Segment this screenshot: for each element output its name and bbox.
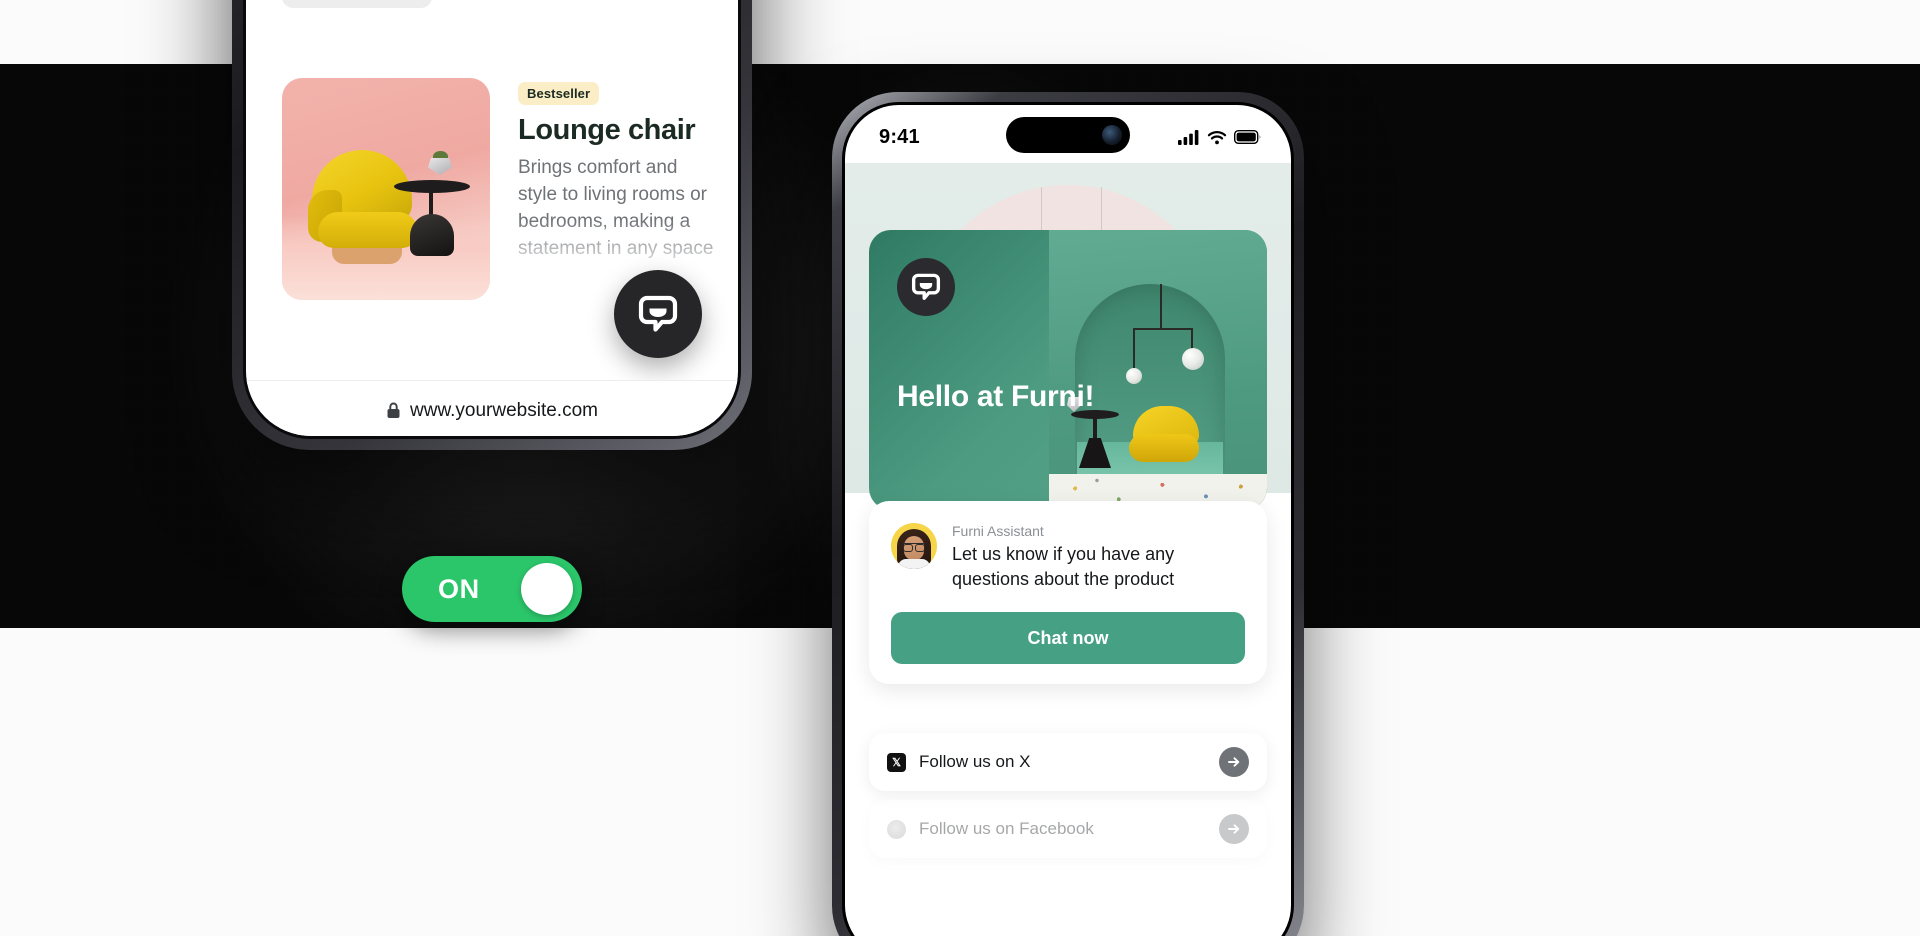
- left-phone-device: Bestseller Lounge chair Brings comfort a…: [232, 0, 752, 450]
- avatar: [891, 523, 937, 569]
- right-phone-device: 9:41 Hello at Furni! Furni Assistant Let…: [832, 92, 1304, 936]
- product-image: [282, 78, 490, 300]
- bestseller-badge: Bestseller: [518, 82, 600, 105]
- lock-icon: [387, 402, 400, 418]
- left-phone-bezel: Bestseller Lounge chair Brings comfort a…: [243, 0, 741, 439]
- content-skeleton-group: [246, 0, 738, 34]
- x-logo-icon: 𝕏: [887, 752, 906, 772]
- front-camera-icon: [1102, 125, 1122, 145]
- skeleton-bar-3: [282, 0, 432, 8]
- product-card: Bestseller Lounge chair Brings comfort a…: [282, 78, 720, 300]
- dynamic-island: [1006, 117, 1130, 153]
- facebook-logo-icon: [887, 819, 906, 839]
- hero-green-card: Hello at Furni!: [869, 230, 1267, 510]
- chat-bubble-icon: [911, 273, 941, 300]
- arrow-right-icon[interactable]: [1219, 747, 1249, 777]
- status-bar: 9:41: [845, 105, 1291, 163]
- brand-logo-button[interactable]: [897, 258, 955, 316]
- product-image-side-table: [394, 164, 470, 256]
- assistant-message-text: Let us know if you have any questions ab…: [952, 544, 1175, 589]
- signal-bars-icon: [1178, 129, 1199, 145]
- chat-bubble-icon: [638, 295, 678, 332]
- arrow-right-icon[interactable]: [1219, 814, 1249, 844]
- assistant-message-card: Furni Assistant Let us know if you have …: [869, 501, 1267, 684]
- status-indicators: [1178, 129, 1261, 145]
- product-title: Lounge chair: [518, 114, 696, 146]
- battery-icon: [1234, 130, 1261, 144]
- follow-link-facebook-label: Follow us on Facebook: [919, 819, 1094, 838]
- product-description: Brings comfort and style to living rooms…: [518, 157, 714, 259]
- toggle-label: ON: [438, 573, 480, 604]
- chat-now-button[interactable]: Chat now: [891, 612, 1245, 664]
- room-yellow-chair: [1127, 406, 1201, 468]
- status-time: 9:41: [879, 125, 920, 148]
- wifi-icon: [1207, 130, 1227, 144]
- room-side-table: [1071, 410, 1119, 468]
- product-image-plant: [428, 149, 452, 175]
- toggle-knob[interactable]: [521, 563, 573, 615]
- room-pendant-lights: [1126, 284, 1204, 400]
- assistant-message-body: Furni Assistant Let us know if you have …: [891, 523, 1245, 592]
- url-text: www.yourwebsite.com: [410, 399, 598, 421]
- assistant-name: Furni Assistant: [952, 523, 1044, 539]
- follow-link-x[interactable]: 𝕏 Follow us on X: [869, 733, 1267, 791]
- right-phone-screen: 9:41 Hello at Furni! Furni Assistant Let…: [845, 105, 1291, 936]
- follow-link-facebook[interactable]: Follow us on Facebook: [869, 800, 1267, 858]
- scene-backdrop: Bestseller Lounge chair Brings comfort a…: [0, 0, 1920, 936]
- widget-on-off-toggle[interactable]: ON: [402, 556, 582, 622]
- right-phone-bezel: 9:41 Hello at Furni! Furni Assistant Let…: [842, 102, 1294, 936]
- hero-room-image: [1049, 230, 1267, 510]
- browser-url-bar[interactable]: www.yourwebsite.com: [246, 380, 738, 436]
- product-details: Bestseller Lounge chair Brings comfort a…: [518, 78, 720, 300]
- hero-greeting: Hello at Furni!: [897, 380, 1095, 413]
- left-phone-screen: Bestseller Lounge chair Brings comfort a…: [246, 0, 738, 436]
- follow-link-x-label: Follow us on X: [919, 752, 1031, 771]
- chat-launcher-button[interactable]: [614, 270, 702, 358]
